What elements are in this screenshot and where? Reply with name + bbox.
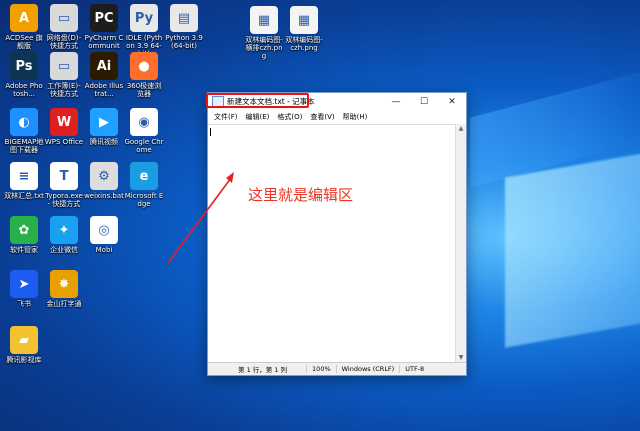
- annotation-arrow: [0, 0, 640, 431]
- annotation-text: 这里就是编辑区: [248, 184, 353, 205]
